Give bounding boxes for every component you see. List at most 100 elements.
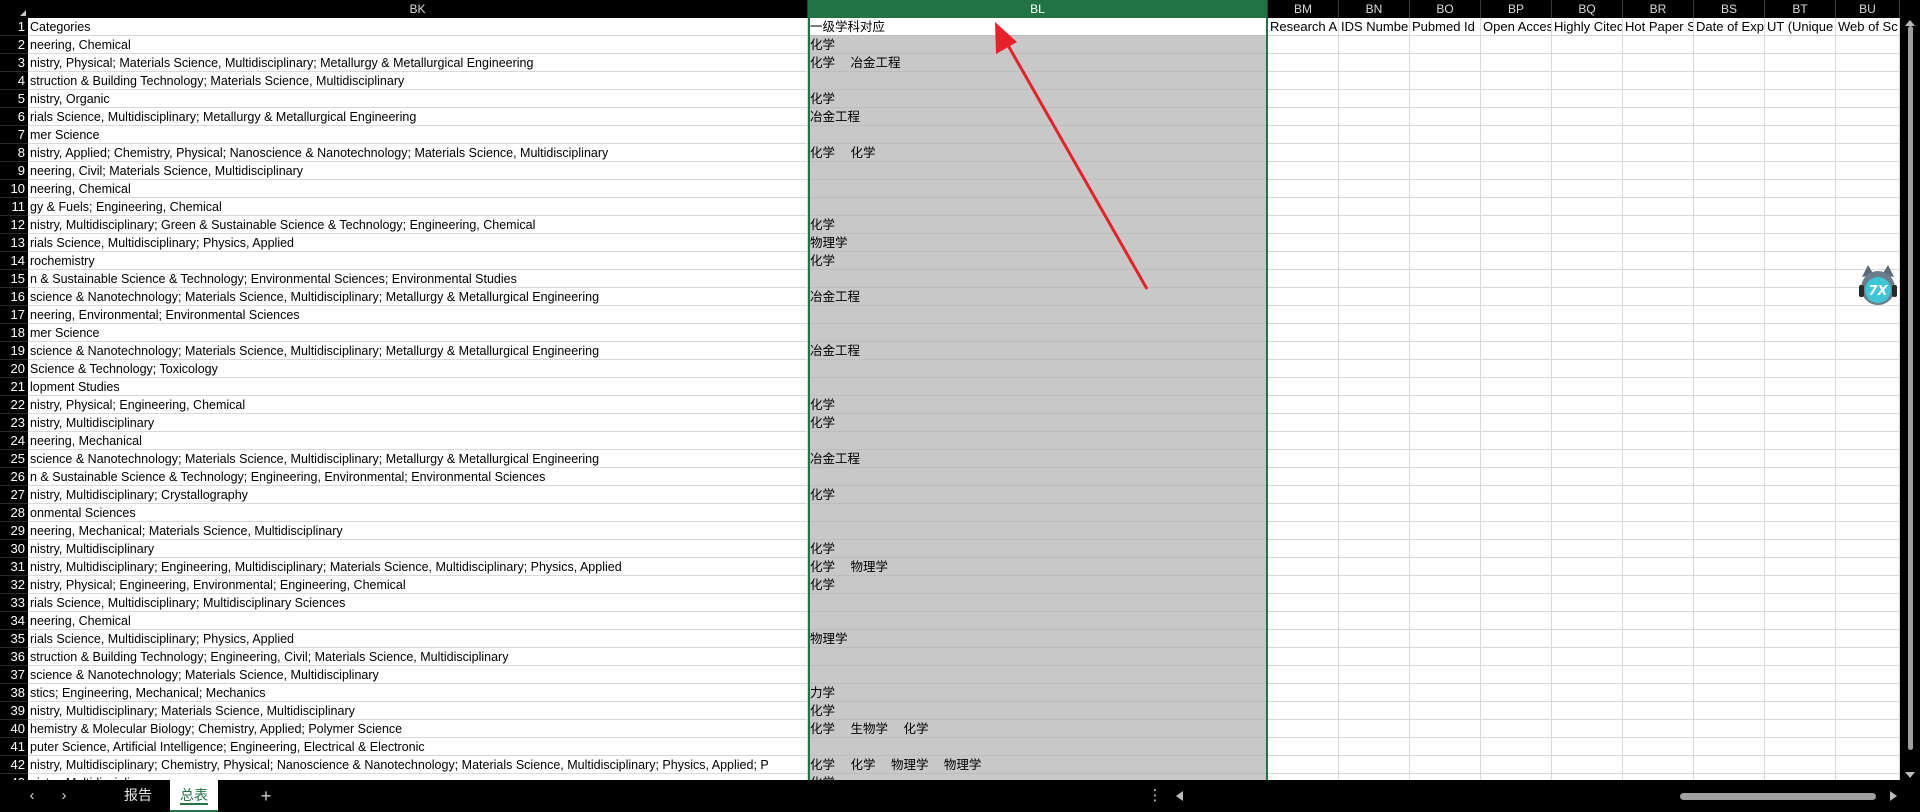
cell-bo[interactable] bbox=[1410, 450, 1481, 468]
cell-bt[interactable] bbox=[1765, 486, 1836, 504]
cell-br[interactable] bbox=[1623, 396, 1694, 414]
cell-bq[interactable] bbox=[1552, 360, 1623, 378]
cell-bo[interactable] bbox=[1410, 738, 1481, 756]
cell-bs[interactable] bbox=[1694, 612, 1765, 630]
row-header[interactable]: 23 bbox=[0, 414, 28, 432]
cell-bm[interactable] bbox=[1268, 216, 1339, 234]
cell-bp[interactable] bbox=[1481, 594, 1552, 612]
row-header[interactable]: 37 bbox=[0, 666, 28, 684]
cell-bn[interactable] bbox=[1339, 738, 1410, 756]
cell-br[interactable] bbox=[1623, 198, 1694, 216]
cell-bp[interactable] bbox=[1481, 558, 1552, 576]
cell-bs[interactable] bbox=[1694, 576, 1765, 594]
cell-bt[interactable] bbox=[1765, 108, 1836, 126]
cell-bn[interactable] bbox=[1339, 720, 1410, 738]
cell-bn[interactable] bbox=[1339, 612, 1410, 630]
row-header[interactable]: 8 bbox=[0, 144, 28, 162]
cell-bp[interactable] bbox=[1481, 108, 1552, 126]
cell-bo[interactable] bbox=[1410, 486, 1481, 504]
cell-bn[interactable] bbox=[1339, 594, 1410, 612]
cell-bs[interactable] bbox=[1694, 738, 1765, 756]
discipline-cell[interactable]: 物理学 bbox=[808, 234, 1268, 252]
cell-bt[interactable] bbox=[1765, 450, 1836, 468]
row-header[interactable]: 2 bbox=[0, 36, 28, 54]
discipline-cell[interactable] bbox=[808, 594, 1268, 612]
cell-bu[interactable] bbox=[1836, 234, 1900, 252]
cell-bu[interactable] bbox=[1836, 612, 1900, 630]
discipline-cell[interactable]: 化学 bbox=[808, 486, 1268, 504]
cell-bp[interactable] bbox=[1481, 414, 1552, 432]
cell-bt[interactable] bbox=[1765, 432, 1836, 450]
cell-bu[interactable] bbox=[1836, 126, 1900, 144]
cell-bo[interactable] bbox=[1410, 252, 1481, 270]
cell-bo[interactable] bbox=[1410, 270, 1481, 288]
discipline-cell[interactable]: 化学 冶金工程 bbox=[808, 54, 1268, 72]
cell-bo[interactable] bbox=[1410, 720, 1481, 738]
cell-bm[interactable] bbox=[1268, 666, 1339, 684]
cell-bp[interactable] bbox=[1481, 306, 1552, 324]
cell-bq[interactable] bbox=[1552, 414, 1623, 432]
categories-cell[interactable]: struction & Building Technology; Enginee… bbox=[28, 648, 808, 666]
cell-bn[interactable] bbox=[1339, 684, 1410, 702]
cell-bs[interactable] bbox=[1694, 216, 1765, 234]
cell-bs[interactable] bbox=[1694, 414, 1765, 432]
column-header-bq[interactable]: BQ bbox=[1552, 0, 1623, 18]
cell-bs[interactable] bbox=[1694, 702, 1765, 720]
cell-bm[interactable] bbox=[1268, 342, 1339, 360]
cell-bt[interactable] bbox=[1765, 306, 1836, 324]
cell-br[interactable] bbox=[1623, 486, 1694, 504]
cell-bp[interactable] bbox=[1481, 432, 1552, 450]
cell-bn[interactable] bbox=[1339, 288, 1410, 306]
cell-bs[interactable] bbox=[1694, 306, 1765, 324]
cell-bp[interactable] bbox=[1481, 342, 1552, 360]
cell-bq[interactable] bbox=[1552, 738, 1623, 756]
row-header[interactable]: 5 bbox=[0, 90, 28, 108]
cell-bm[interactable] bbox=[1268, 576, 1339, 594]
cell-br[interactable] bbox=[1623, 432, 1694, 450]
cell-bo[interactable] bbox=[1410, 180, 1481, 198]
discipline-cell[interactable] bbox=[808, 378, 1268, 396]
cell-bm[interactable] bbox=[1268, 468, 1339, 486]
cell-bp[interactable] bbox=[1481, 450, 1552, 468]
cell-bn[interactable] bbox=[1339, 522, 1410, 540]
cell-bs[interactable] bbox=[1694, 144, 1765, 162]
cell-bu[interactable] bbox=[1836, 684, 1900, 702]
row-header[interactable]: 7 bbox=[0, 126, 28, 144]
row-header[interactable]: 27 bbox=[0, 486, 28, 504]
categories-cell[interactable]: rials Science, Multidisciplinary; Physic… bbox=[28, 234, 808, 252]
cell-bq[interactable] bbox=[1552, 558, 1623, 576]
cell-br[interactable] bbox=[1623, 738, 1694, 756]
horizontal-scroll-thumb[interactable] bbox=[1680, 793, 1876, 800]
cell-bm[interactable] bbox=[1268, 702, 1339, 720]
cell-br[interactable] bbox=[1623, 234, 1694, 252]
cell-bm[interactable] bbox=[1268, 306, 1339, 324]
cell-bp[interactable] bbox=[1481, 522, 1552, 540]
categories-cell[interactable]: nistry, Multidisciplinary; Engineering, … bbox=[28, 558, 808, 576]
cell-bo[interactable] bbox=[1410, 144, 1481, 162]
discipline-cell[interactable]: 化学 bbox=[808, 414, 1268, 432]
cell-bt[interactable] bbox=[1765, 684, 1836, 702]
cell-bs[interactable] bbox=[1694, 450, 1765, 468]
cell-bu[interactable] bbox=[1836, 576, 1900, 594]
cell-bo[interactable] bbox=[1410, 108, 1481, 126]
cell-bq[interactable] bbox=[1552, 180, 1623, 198]
cell-bq[interactable] bbox=[1552, 432, 1623, 450]
cell-bq[interactable] bbox=[1552, 378, 1623, 396]
cell-bp[interactable] bbox=[1481, 144, 1552, 162]
categories-cell[interactable]: struction & Building Technology; Materia… bbox=[28, 72, 808, 90]
row-header[interactable]: 20 bbox=[0, 360, 28, 378]
cell-bn[interactable] bbox=[1339, 90, 1410, 108]
row-header[interactable]: 24 bbox=[0, 432, 28, 450]
row-header[interactable]: 1 bbox=[0, 18, 28, 36]
cell-bn[interactable] bbox=[1339, 450, 1410, 468]
categories-cell[interactable]: Categories bbox=[28, 18, 808, 36]
cell-bn[interactable] bbox=[1339, 234, 1410, 252]
cell-bn[interactable] bbox=[1339, 414, 1410, 432]
cell-bq[interactable] bbox=[1552, 54, 1623, 72]
cell-bn[interactable] bbox=[1339, 666, 1410, 684]
column-header-bo[interactable]: BO bbox=[1410, 0, 1481, 18]
cell-bm[interactable] bbox=[1268, 144, 1339, 162]
row-header[interactable]: 15 bbox=[0, 270, 28, 288]
cell-bm[interactable] bbox=[1268, 504, 1339, 522]
cell-bt[interactable] bbox=[1765, 504, 1836, 522]
